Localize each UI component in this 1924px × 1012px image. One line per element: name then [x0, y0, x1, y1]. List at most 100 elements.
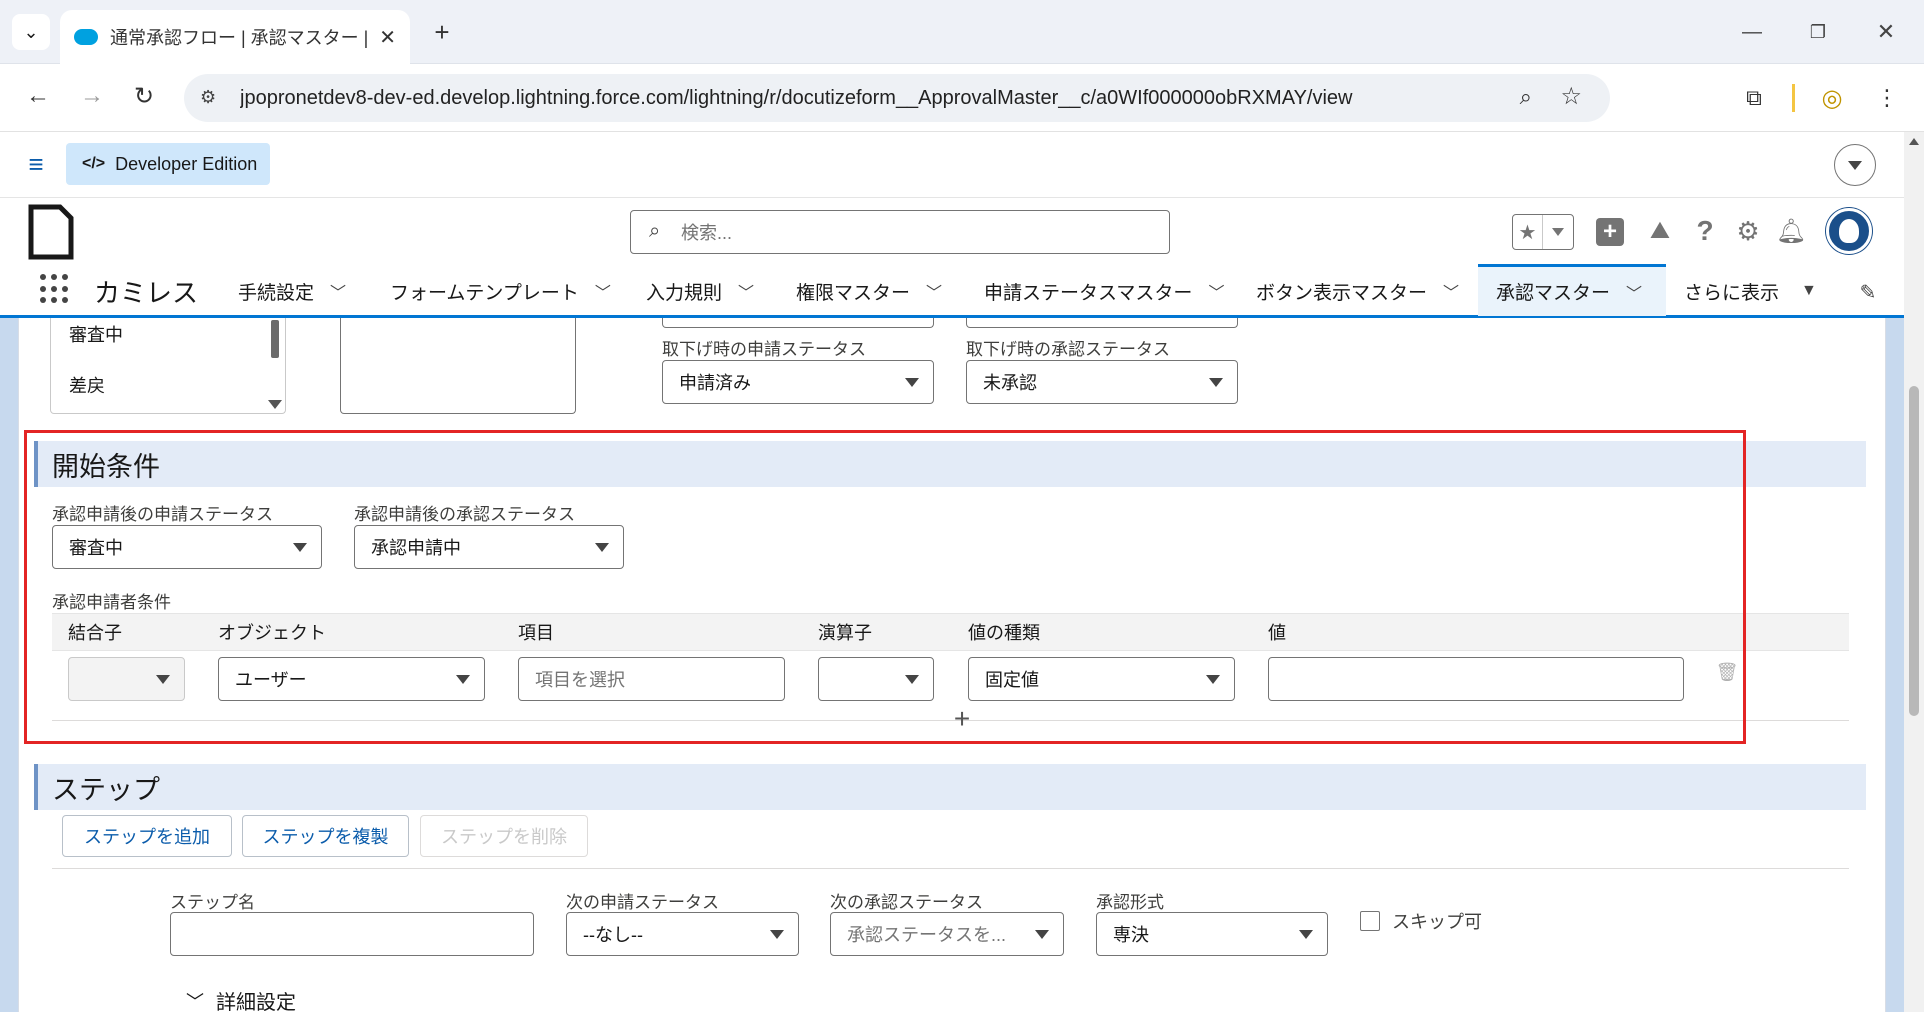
field-picker-input[interactable]: 項目を選択 [518, 657, 785, 701]
scroll-up-icon[interactable] [1909, 138, 1919, 145]
code-icon: </> [82, 155, 106, 172]
next-app-status-label: 次の申請ステータス [566, 893, 719, 912]
applicant-conditions-label: 承認申請者条件 [52, 593, 171, 612]
nav-item[interactable]: 手続設定 ﹀ [238, 266, 346, 316]
column-header: 演算子 [818, 623, 872, 643]
after-app-status-label: 承認申請後の申請ステータス [52, 505, 273, 524]
chevron-down-icon[interactable]: ﹀ [1443, 279, 1459, 303]
add-condition-icon[interactable]: + [950, 703, 974, 734]
favorites-button[interactable]: ★ [1512, 214, 1574, 250]
delete-step-button[interactable]: ステップを削除 [420, 815, 588, 857]
browser-menu-icon[interactable]: ⋮ [1872, 80, 1902, 116]
url-field[interactable]: ⚙ jpopronetdev8-dev-ed.develop.lightning… [184, 74, 1610, 122]
extensions-icon[interactable]: ⧉ [1736, 80, 1772, 116]
setup-bar [0, 132, 1904, 198]
column-header: 項目 [518, 623, 554, 643]
connector-select[interactable] [68, 657, 185, 701]
after-appr-status-select[interactable]: 承認申請中 [354, 525, 624, 569]
chevron-down-icon: ﹀ [186, 991, 204, 1012]
start-conditions-header: 開始条件 [34, 441, 1866, 487]
page-scrollbar[interactable] [1904, 132, 1924, 1012]
value-input[interactable] [1268, 657, 1684, 701]
nav-item[interactable]: 入力規則 ﹀ [646, 266, 754, 316]
checkbox-box[interactable] [1360, 911, 1380, 931]
step-name-input[interactable] [170, 912, 534, 956]
after-app-status-select[interactable]: 審査中 [52, 525, 322, 569]
notification-bell-icon[interactable]: 🔔︎ [1776, 214, 1806, 248]
tab-search-button[interactable]: ⌄ [12, 14, 50, 50]
bookmark-star-icon[interactable]: ☆ [1560, 82, 1582, 111]
site-info-icon[interactable]: ⚙ [200, 87, 216, 108]
url-text: jpopronetdev8-dev-ed.develop.lightning.f… [240, 86, 1353, 109]
profile-icon[interactable]: ◎ [1814, 80, 1850, 116]
after-appr-status-label: 承認申請後の承認ステータス [354, 505, 575, 524]
value-type-select[interactable]: 固定値 [968, 657, 1235, 701]
next-appr-status-select[interactable]: 承認ステータスを... [830, 912, 1064, 956]
next-app-status-select[interactable]: --なし-- [566, 912, 799, 956]
add-step-button[interactable]: ステップを追加 [62, 815, 232, 857]
operator-select[interactable] [818, 657, 934, 701]
chevron-down-icon [156, 675, 170, 684]
chevron-down-icon [595, 543, 609, 552]
minimize-icon[interactable]: — [1734, 14, 1770, 50]
object-select[interactable]: ユーザー [218, 657, 485, 701]
close-window-icon[interactable]: ✕ [1868, 14, 1904, 50]
new-tab-icon[interactable]: + [426, 16, 458, 48]
approval-type-select[interactable]: 専決 [1096, 912, 1328, 956]
global-search-input[interactable]: ⌕ 検索... [630, 210, 1170, 254]
browser-tab[interactable]: 通常承認フロー | 承認マスター | Sal ✕ [60, 10, 410, 64]
partial-field[interactable] [662, 318, 934, 328]
setup-dropdown-icon[interactable] [1834, 144, 1876, 186]
chevron-down-icon[interactable]: ﹀ [1208, 279, 1224, 303]
restore-icon[interactable]: ❐ [1800, 14, 1836, 50]
nav-item[interactable]: 申請ステータスマスター ﹀ [984, 266, 1224, 316]
scrollbar-thumb[interactable] [271, 320, 279, 358]
close-tab-icon[interactable]: ✕ [379, 25, 396, 50]
divider [1792, 84, 1795, 112]
scroll-down-icon[interactable] [268, 400, 282, 409]
chevron-down-icon[interactable]: ﹀ [738, 279, 754, 303]
zoom-icon[interactable]: ⌕ [1520, 84, 1532, 110]
hamburger-menu-icon[interactable]: ≡ [22, 149, 50, 179]
avatar[interactable] [1826, 208, 1872, 254]
global-actions-icon[interactable]: + [1596, 218, 1624, 246]
chevron-down-icon [905, 378, 919, 387]
chevron-down-icon[interactable]: ﹀ [595, 279, 611, 303]
caret-down-icon[interactable]: ▼ [1801, 282, 1817, 300]
selected-listbox[interactable] [340, 318, 576, 414]
chevron-down-icon [1035, 930, 1049, 939]
partial-field[interactable] [966, 318, 1238, 328]
forward-icon[interactable]: → [74, 78, 110, 114]
chevron-down-icon[interactable]: ﹀ [1626, 280, 1642, 304]
status-listbox[interactable]: 審査中 差戻 [50, 318, 286, 414]
withdraw-appr-status-select[interactable]: 未承認 [966, 360, 1238, 404]
app-launcher-icon[interactable] [40, 274, 70, 304]
scrollbar-thumb[interactable] [1909, 386, 1919, 716]
nav-item[interactable]: ボタン表示マスター ﹀ [1256, 266, 1459, 316]
divider [52, 868, 1849, 869]
trash-icon[interactable]: 🗑︎ [1716, 660, 1739, 684]
column-header: オブジェクト [218, 623, 326, 643]
withdraw-app-status-select[interactable]: 申請済み [662, 360, 934, 404]
star-icon: ★ [1513, 215, 1543, 249]
help-icon[interactable]: ? [1690, 214, 1720, 248]
list-item[interactable]: 差戻 [69, 372, 105, 398]
edit-nav-pencil-icon[interactable]: ✎ [1856, 280, 1880, 304]
nav-item[interactable]: フォームテンプレート ﹀ [390, 266, 611, 316]
skip-checkbox[interactable]: スキップ可 [1360, 908, 1482, 934]
gear-icon[interactable]: ⚙ [1732, 214, 1764, 248]
developer-edition-badge: </> Developer Edition [66, 143, 270, 185]
steps-header: ステップ [34, 764, 1866, 810]
reload-icon[interactable]: ↻ [126, 78, 162, 114]
chevron-down-icon[interactable]: ﹀ [926, 279, 942, 303]
browser-tab-strip: ⌄ 通常承認フロー | 承認マスター | Sal ✕ + — ❐ ✕ [0, 0, 1924, 64]
list-item[interactable]: 審査中 [69, 321, 123, 347]
chevron-down-icon[interactable]: ﹀ [330, 279, 346, 303]
advanced-settings-toggle[interactable]: ﹀ 詳細設定 [186, 986, 296, 1012]
trailhead-icon[interactable]: ⛰ [1644, 214, 1676, 248]
back-icon[interactable]: ← [20, 78, 56, 114]
nav-item[interactable]: 権限マスター ﹀ [796, 266, 942, 316]
nav-item-active[interactable]: 承認マスター ﹀ [1478, 264, 1666, 316]
copy-step-button[interactable]: ステップを複製 [242, 815, 409, 857]
nav-more[interactable]: さらに表示 ▼ [1684, 266, 1817, 316]
